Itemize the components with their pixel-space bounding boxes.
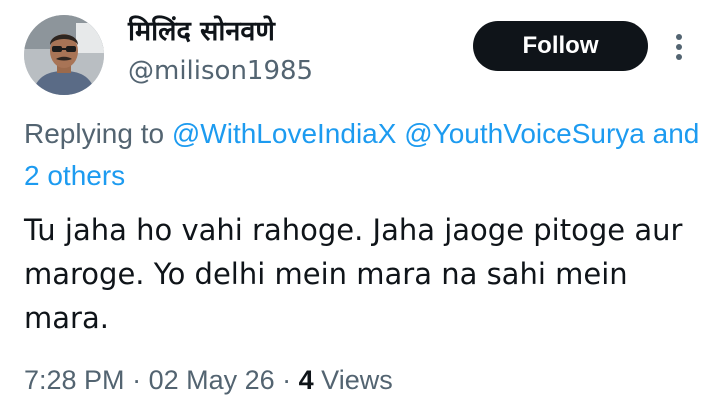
tweet-date[interactable]: 02 May 26: [149, 365, 275, 395]
follow-button[interactable]: Follow: [473, 21, 648, 71]
replying-to: Replying to @WithLoveIndiaX @YouthVoiceS…: [24, 113, 704, 197]
replying-to-prefix: Replying to: [24, 118, 172, 149]
tweet-text: Tu jaha ho vahi rahoge. Jaha jaoge pitog…: [24, 213, 692, 335]
views-count[interactable]: 4: [299, 365, 314, 395]
avatar[interactable]: [24, 15, 104, 95]
tweet-card: मिलिंद सोनवणे @milison1985 Follow Replyi…: [0, 0, 718, 413]
author-handle[interactable]: @milison1985: [128, 54, 313, 88]
meta-separator: ·: [124, 365, 149, 395]
user-avatar-photo-icon: [24, 15, 104, 95]
more-vertical-icon: [676, 34, 682, 60]
more-options-button[interactable]: [667, 30, 691, 64]
tweet-time[interactable]: 7:28 PM: [24, 365, 125, 395]
mention-link[interactable]: @YouthVoiceSurya: [404, 118, 645, 149]
author-display-name[interactable]: मिलिंद सोनवणे: [128, 14, 275, 50]
mention-link[interactable]: @WithLoveIndiaX: [172, 118, 397, 149]
views-label[interactable]: Views: [314, 365, 393, 395]
tweet-meta: 7:28 PM · 02 May 26 · 4 Views: [24, 360, 393, 400]
meta-separator: ·: [274, 365, 299, 395]
